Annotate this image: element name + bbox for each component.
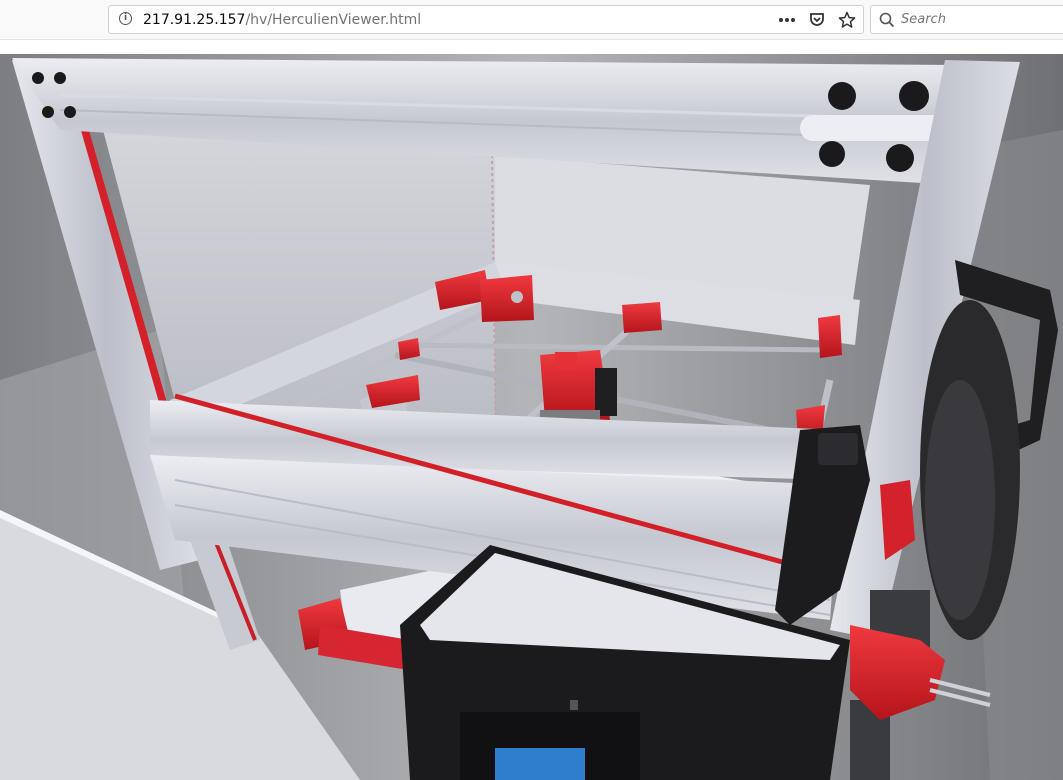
red-rod-holder-right — [818, 315, 842, 358]
url-text[interactable]: 217.91.25.157/hv/HerculienViewer.html — [143, 12, 421, 28]
red-carriage-block — [622, 302, 662, 333]
more-horizontal-icon[interactable] — [777, 10, 797, 30]
screw-head — [819, 141, 845, 167]
url-host: 217.91.25.157 — [143, 12, 246, 28]
printer-model-render — [0, 54, 1063, 780]
red-corner-bracket — [480, 275, 534, 322]
bearing — [511, 291, 523, 303]
pocket-icon[interactable] — [807, 10, 827, 30]
screw-head — [64, 106, 76, 118]
screw-head — [42, 106, 54, 118]
search-icon — [879, 12, 895, 32]
info-icon[interactable]: i — [119, 12, 132, 25]
red-extruder-top — [555, 352, 577, 370]
urlbar-actions — [777, 10, 857, 30]
z-carriage-bearing — [818, 433, 858, 465]
search-bar[interactable] — [870, 5, 1063, 34]
url-bar[interactable]: i 217.91.25.157/hv/HerculienViewer.html — [108, 5, 864, 34]
search-input[interactable] — [901, 12, 1051, 27]
screw-head — [899, 81, 929, 111]
lcd-knob — [570, 700, 578, 710]
screw-head — [828, 82, 856, 110]
extruder-fan — [595, 368, 617, 416]
browser-toolbar: i 217.91.25.157/hv/HerculienViewer.html — [0, 0, 1063, 40]
screw-head — [32, 72, 44, 84]
screw-head — [54, 72, 66, 84]
star-icon[interactable] — [837, 10, 857, 30]
spool-inner — [925, 380, 995, 620]
3d-viewer-canvas[interactable] — [0, 54, 1063, 780]
lcd-screen — [495, 748, 585, 780]
page-margin — [0, 40, 1063, 54]
rail-end-cap — [800, 115, 950, 141]
screw-head — [886, 144, 914, 172]
url-path: /hv/HerculienViewer.html — [245, 12, 422, 28]
